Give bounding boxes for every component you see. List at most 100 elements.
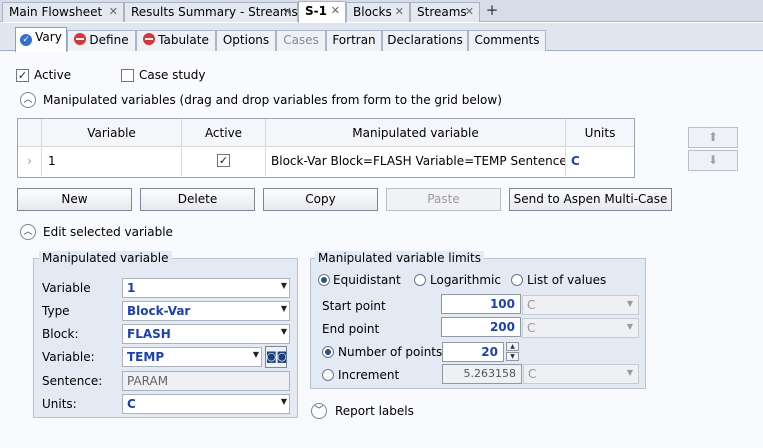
active-label: Active — [34, 68, 72, 82]
tab-vary[interactable]: ✓ Vary — [15, 27, 67, 52]
cell-active[interactable]: ✓ — [182, 148, 266, 176]
doc-tab-streams[interactable]: Streams ✕ — [410, 2, 480, 22]
document-tab-strip: Main Flowsheet ✕ Results Summary - Strea… — [0, 0, 763, 23]
new-button[interactable]: New — [17, 188, 132, 211]
limits-group-title: Manipulated variable limits — [315, 251, 484, 265]
end-units-combo[interactable]: C ▼ — [522, 318, 639, 338]
tab-options[interactable]: Options — [216, 30, 276, 51]
incomplete-status-icon — [143, 33, 156, 45]
paste-button[interactable]: Paste — [386, 188, 501, 211]
tab-label: Comments — [474, 33, 540, 47]
block-label: Block: — [42, 327, 79, 341]
dropdown-arrow-icon: ▼ — [626, 322, 633, 331]
tab-fortran[interactable]: Fortran — [326, 30, 382, 51]
type-label: Type — [42, 304, 70, 318]
increment-radio[interactable] — [322, 369, 334, 381]
expand-chevron-icon[interactable]: ﹀ — [311, 403, 327, 419]
variable-combo[interactable]: 1 ▼ — [122, 278, 290, 298]
cell-units[interactable]: C — [566, 148, 634, 176]
cell-manipulated[interactable]: Block-Var Block=FLASH Variable=TEMP Sent… — [266, 148, 566, 176]
increment-units-value: C — [528, 367, 537, 381]
dropdown-arrow-icon: ▼ — [280, 327, 287, 336]
number-of-points-input[interactable]: 20 — [442, 342, 504, 362]
column-header-manipulated[interactable]: Manipulated variable — [266, 119, 566, 147]
list-of-values-radio[interactable] — [511, 274, 523, 286]
column-header-units[interactable]: Units — [566, 119, 634, 147]
add-tab-icon[interactable]: + — [484, 3, 500, 19]
case-study-label: Case study — [139, 68, 206, 82]
tab-cases[interactable]: Cases — [276, 30, 326, 51]
variable2-value: TEMP — [127, 350, 165, 364]
tab-label: Options — [222, 33, 270, 47]
active-checkbox[interactable]: ✓ — [16, 69, 29, 82]
delete-button[interactable]: Delete — [140, 188, 255, 211]
doc-tab-label: Main Flowsheet — [9, 5, 103, 19]
start-point-input[interactable]: 100 — [441, 294, 521, 314]
move-up-button[interactable]: ⬆ — [688, 127, 738, 148]
sentence-label: Sentence: — [42, 374, 103, 388]
equidistant-label: Equidistant — [333, 273, 401, 287]
check-status-icon: ✓ — [20, 34, 33, 46]
send-to-multicase-button[interactable]: Send to Aspen Multi-Case — [509, 188, 672, 211]
variable-value: 1 — [127, 281, 136, 295]
spin-up-icon[interactable]: ▲ — [506, 342, 519, 351]
tab-label: Declarations — [387, 33, 463, 47]
variable2-combo[interactable]: TEMP ▼ — [122, 347, 262, 367]
close-icon[interactable]: ✕ — [465, 5, 474, 18]
grid-corner — [18, 119, 42, 147]
incomplete-status-icon — [74, 33, 87, 45]
close-icon[interactable]: ✕ — [331, 4, 340, 17]
row-selector-icon[interactable]: › — [18, 148, 42, 176]
manipulated-variable-group-title: Manipulated variable — [39, 251, 172, 265]
collapse-chevron-icon[interactable]: ︿ — [20, 92, 36, 108]
case-study-checkbox[interactable] — [121, 69, 134, 82]
type-combo[interactable]: Block-Var ▼ — [122, 301, 290, 321]
doc-tab-s1[interactable]: S-1 ✕ — [298, 1, 346, 23]
arrow-up-icon: ⬆ — [707, 130, 719, 144]
sentence-field: PARAM — [122, 371, 290, 391]
spin-down-icon[interactable]: ▼ — [506, 352, 519, 361]
increment-units-combo[interactable]: C ▼ — [523, 364, 639, 384]
start-units-combo[interactable]: C ▼ — [522, 295, 639, 315]
units-combo[interactable]: C ▼ — [122, 394, 290, 414]
tab-tabulate[interactable]: Tabulate — [136, 30, 216, 51]
move-down-button[interactable]: ⬇ — [688, 150, 738, 171]
number-of-points-radio[interactable] — [322, 346, 334, 358]
logarithmic-radio[interactable] — [414, 274, 426, 286]
tab-label: Tabulate — [158, 33, 209, 47]
close-icon[interactable]: ✕ — [283, 5, 292, 18]
dropdown-arrow-icon: ▼ — [280, 304, 287, 313]
collapse-chevron-icon[interactable]: ︿ — [20, 224, 36, 240]
binoculars-icon: ◙◙ — [266, 350, 288, 363]
end-point-label: End point — [322, 322, 380, 336]
manipulated-section-title: Manipulated variables (drag and drop var… — [43, 93, 502, 107]
doc-tab-results-summary[interactable]: Results Summary - Streams ✕ — [124, 2, 298, 22]
binoculars-search-button[interactable]: ◙◙ — [265, 346, 287, 368]
dropdown-arrow-icon: ▼ — [252, 350, 259, 359]
manipulated-variables-grid[interactable]: Variable Active Manipulated variable Uni… — [17, 118, 635, 178]
units-value: C — [127, 397, 136, 411]
block-combo[interactable]: FLASH ▼ — [122, 324, 290, 344]
dropdown-arrow-icon: ▼ — [280, 281, 287, 290]
tab-comments[interactable]: Comments — [468, 30, 546, 51]
doc-tab-main-flowsheet[interactable]: Main Flowsheet ✕ — [2, 2, 124, 22]
column-header-active[interactable]: Active — [182, 119, 266, 147]
dropdown-arrow-icon: ▼ — [626, 368, 633, 377]
row-active-checkbox[interactable]: ✓ — [217, 154, 230, 167]
doc-tab-blocks[interactable]: Blocks ✕ — [346, 2, 410, 22]
tab-label: Cases — [283, 33, 319, 47]
equidistant-radio[interactable] — [318, 274, 330, 286]
cell-variable[interactable]: 1 — [42, 148, 182, 176]
tab-label: Vary — [35, 30, 62, 44]
end-units-value: C — [527, 321, 536, 335]
close-icon[interactable]: ✕ — [109, 5, 118, 18]
doc-tab-label: Blocks — [353, 5, 392, 19]
end-point-input[interactable]: 200 — [441, 317, 521, 337]
copy-button[interactable]: Copy — [263, 188, 378, 211]
close-icon[interactable]: ✕ — [395, 5, 404, 18]
tab-define[interactable]: Define — [67, 30, 136, 51]
doc-tab-label: S-1 — [305, 4, 327, 18]
column-header-variable[interactable]: Variable — [42, 119, 182, 147]
list-of-values-label: List of values — [527, 273, 607, 287]
tab-declarations[interactable]: Declarations — [382, 30, 468, 51]
